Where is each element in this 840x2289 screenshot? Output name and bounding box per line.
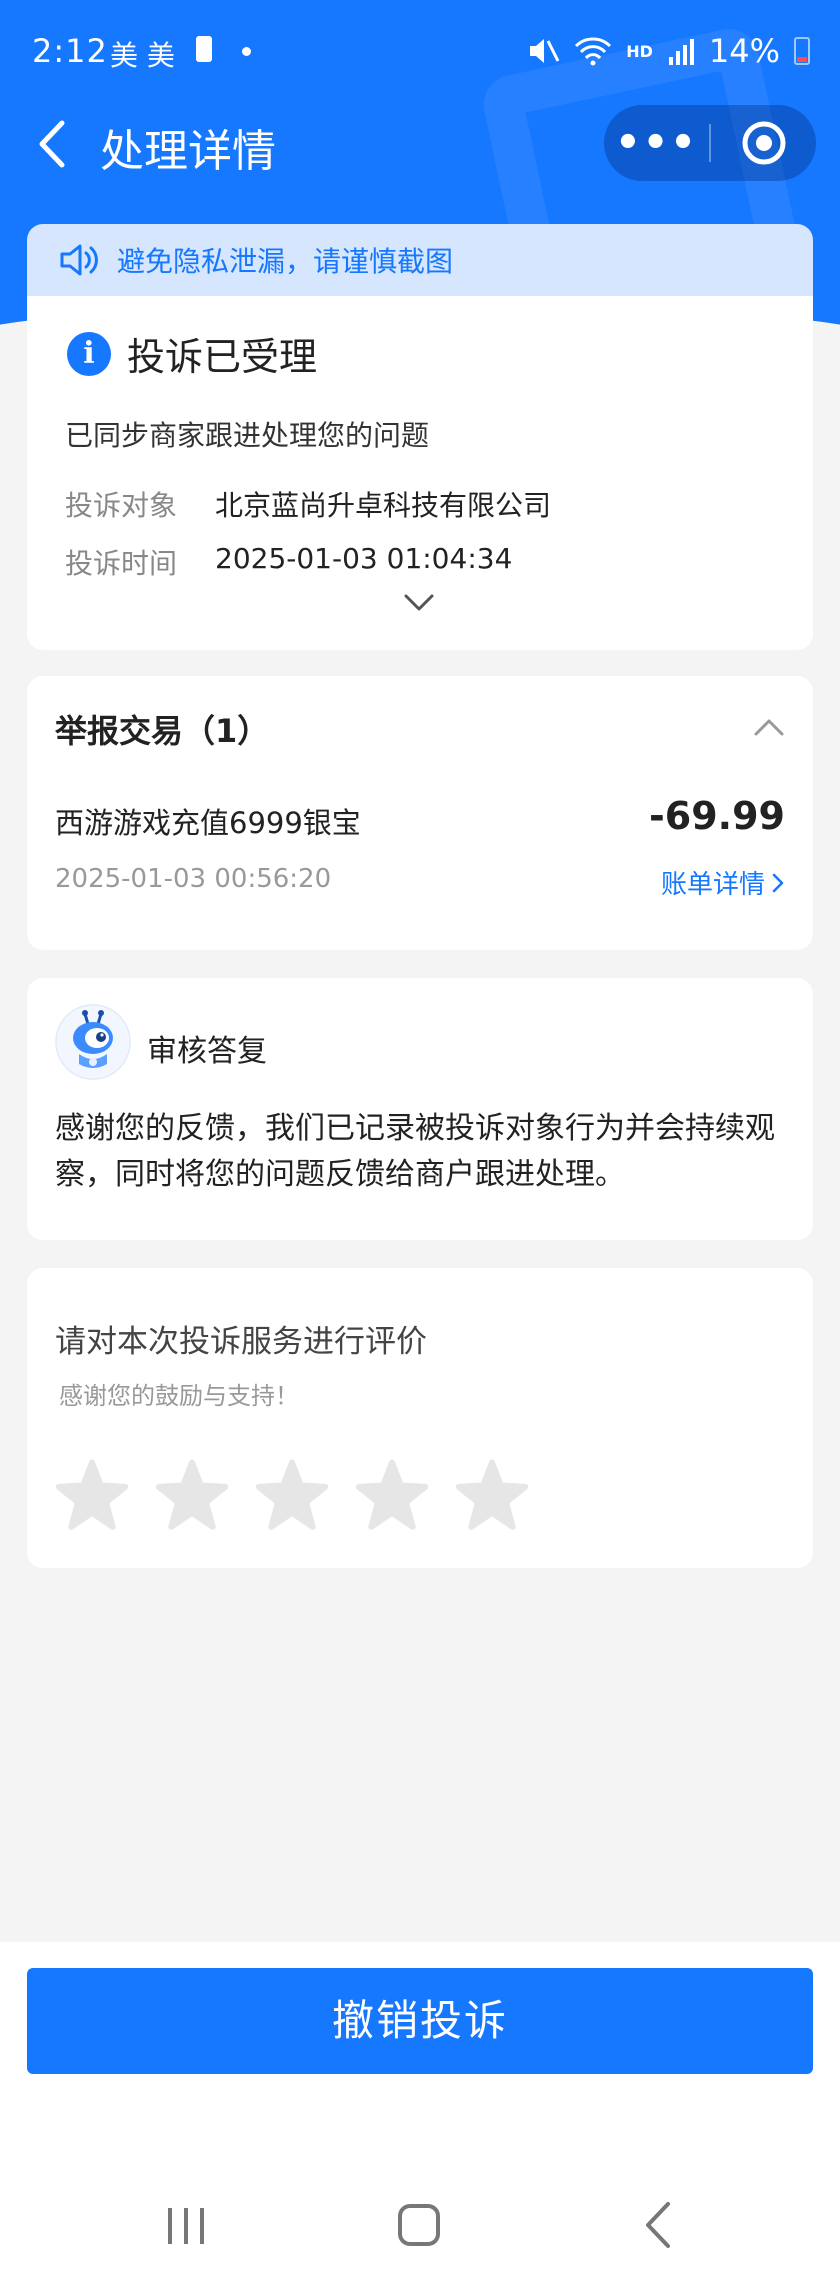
complaint-status-card: i 投诉已受理 已同步商家跟进处理您的问题 投诉对象 北京蓝尚升卓科技有限公司 … — [27, 296, 813, 650]
transaction-date: 2025-01-03 00:56:20 — [55, 864, 332, 894]
complaint-target-row: 投诉对象 北京蓝尚升卓科技有限公司 — [65, 484, 551, 524]
star-icon[interactable] — [155, 1458, 229, 1532]
complaint-target-label: 投诉对象 — [65, 489, 178, 522]
mute-icon — [530, 39, 560, 63]
status-title: 投诉已受理 — [127, 335, 318, 379]
status-right: HD 14% — [526, 32, 810, 70]
signal-icon — [668, 39, 694, 65]
rating-card: 请对本次投诉服务进行评价 感谢您的鼓励与支持！ — [27, 1268, 813, 1568]
recent-apps-icon[interactable] — [164, 2204, 208, 2248]
notice-text: 避免隐私泄漏，请谨慎截图 — [117, 245, 454, 278]
review-reply-card: 审核答复 感谢您的反馈，我们已记录被投诉对象行为并会持续观察，同时将您的问题反馈… — [27, 978, 813, 1240]
home-icon[interactable] — [398, 2204, 440, 2246]
report-transaction-card: 举报交易（1） 西游游戏充值6999银宝 -69.99 2025-01-03 0… — [27, 676, 813, 950]
status-subtitle: 已同步商家跟进处理您的问题 — [65, 419, 430, 452]
target-icon — [742, 121, 785, 165]
star-icon[interactable] — [355, 1458, 429, 1532]
bill-details-link[interactable]: 账单详情 — [661, 864, 785, 901]
review-body: 感谢您的反馈，我们已记录被投诉对象行为并会持续观察，同时将您的问题反馈给商户跟进… — [55, 1111, 775, 1192]
close-target-button[interactable] — [711, 119, 816, 167]
robot-avatar-icon — [55, 1004, 131, 1080]
transaction-name: 西游游戏充值6999银宝 — [55, 806, 361, 840]
status-header: i 投诉已受理 — [67, 326, 317, 381]
cancel-complaint-button[interactable]: 撤销投诉 — [27, 1968, 813, 2074]
nav-back-icon[interactable] — [640, 2200, 674, 2250]
wifi-icon — [575, 37, 612, 66]
info-icon: i — [67, 331, 111, 376]
battery-icon — [794, 37, 810, 65]
complaint-time-value: 2025-01-03 01:04:34 — [215, 542, 513, 575]
mini-program-capsule: ••• — [604, 105, 816, 181]
dot-icon — [242, 47, 251, 56]
network-type: HD — [626, 41, 653, 61]
back-icon[interactable] — [30, 119, 80, 169]
star-rating — [55, 1458, 529, 1532]
notification-icon — [196, 36, 212, 62]
chevron-down-icon[interactable] — [403, 592, 435, 614]
speaker-icon — [60, 244, 98, 276]
rating-title: 请对本次投诉服务进行评价 — [55, 1324, 427, 1360]
star-icon[interactable] — [455, 1458, 529, 1532]
nav-bar: 处理详情 ••• — [0, 105, 840, 185]
status-time: 2:12 — [32, 32, 108, 70]
status-app-icons: 美 美 — [110, 39, 175, 72]
privacy-notice: 避免隐私泄漏，请谨慎截图 — [27, 224, 813, 296]
battery-percent: 14% — [708, 32, 780, 70]
report-title: 举报交易（1） — [55, 712, 270, 750]
page-title: 处理详情 — [100, 126, 276, 177]
transaction-amount: -69.99 — [649, 794, 785, 838]
system-nav-bar — [0, 2180, 840, 2280]
complaint-time-row: 投诉时间 2025-01-03 01:04:34 — [65, 542, 512, 582]
chevron-up-icon[interactable] — [753, 716, 785, 738]
rating-subtitle: 感谢您的鼓励与支持！ — [59, 1382, 299, 1410]
star-icon[interactable] — [55, 1458, 129, 1532]
star-icon[interactable] — [255, 1458, 329, 1532]
review-title: 审核答复 — [147, 1034, 267, 1069]
bill-details-label: 账单详情 — [660, 870, 765, 900]
complaint-time-label: 投诉时间 — [65, 547, 178, 580]
status-bar: 2:12 美 美 HD 14% — [0, 0, 840, 105]
complaint-target-value: 北京蓝尚升卓科技有限公司 — [215, 489, 552, 522]
more-icon[interactable]: ••• — [604, 105, 709, 181]
chevron-right-icon — [772, 873, 784, 892]
